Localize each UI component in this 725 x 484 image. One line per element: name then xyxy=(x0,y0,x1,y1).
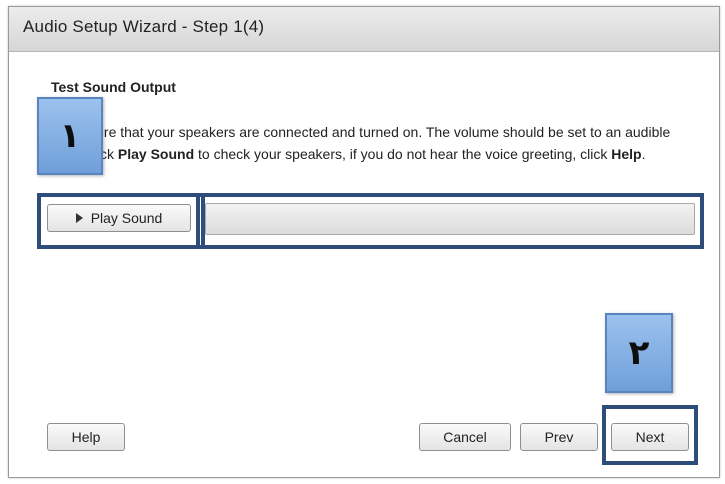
audio-setup-wizard-window: Audio Setup Wizard - Step 1(4) Test Soun… xyxy=(8,6,720,478)
step-1-badge: ١ xyxy=(37,97,103,175)
step-2-badge: ٢ xyxy=(605,313,673,393)
cancel-button[interactable]: Cancel xyxy=(419,423,511,451)
instructions-part-2: to check your speakers, if you do not he… xyxy=(194,146,612,162)
section-heading: Test Sound Output xyxy=(51,79,176,95)
cancel-label: Cancel xyxy=(443,429,487,445)
play-sound-highlight xyxy=(37,193,205,249)
window-title: Audio Setup Wizard - Step 1(4) xyxy=(23,17,265,36)
instructions-part-3: . xyxy=(641,146,646,162)
prev-label: Prev xyxy=(544,429,574,445)
help-button[interactable]: Help xyxy=(47,423,125,451)
prev-button[interactable]: Prev xyxy=(520,423,598,451)
next-button-highlight xyxy=(602,405,698,465)
instructions-help-emphasis: Help xyxy=(611,146,642,162)
sound-bar-highlight xyxy=(196,193,704,249)
instructions-play-sound-emphasis: Play Sound xyxy=(117,146,195,162)
help-label: Help xyxy=(71,429,101,445)
title-bar[interactable]: Audio Setup Wizard - Step 1(4) xyxy=(9,7,719,52)
instructions-text: Make sure that your speakers are connect… xyxy=(51,121,691,165)
